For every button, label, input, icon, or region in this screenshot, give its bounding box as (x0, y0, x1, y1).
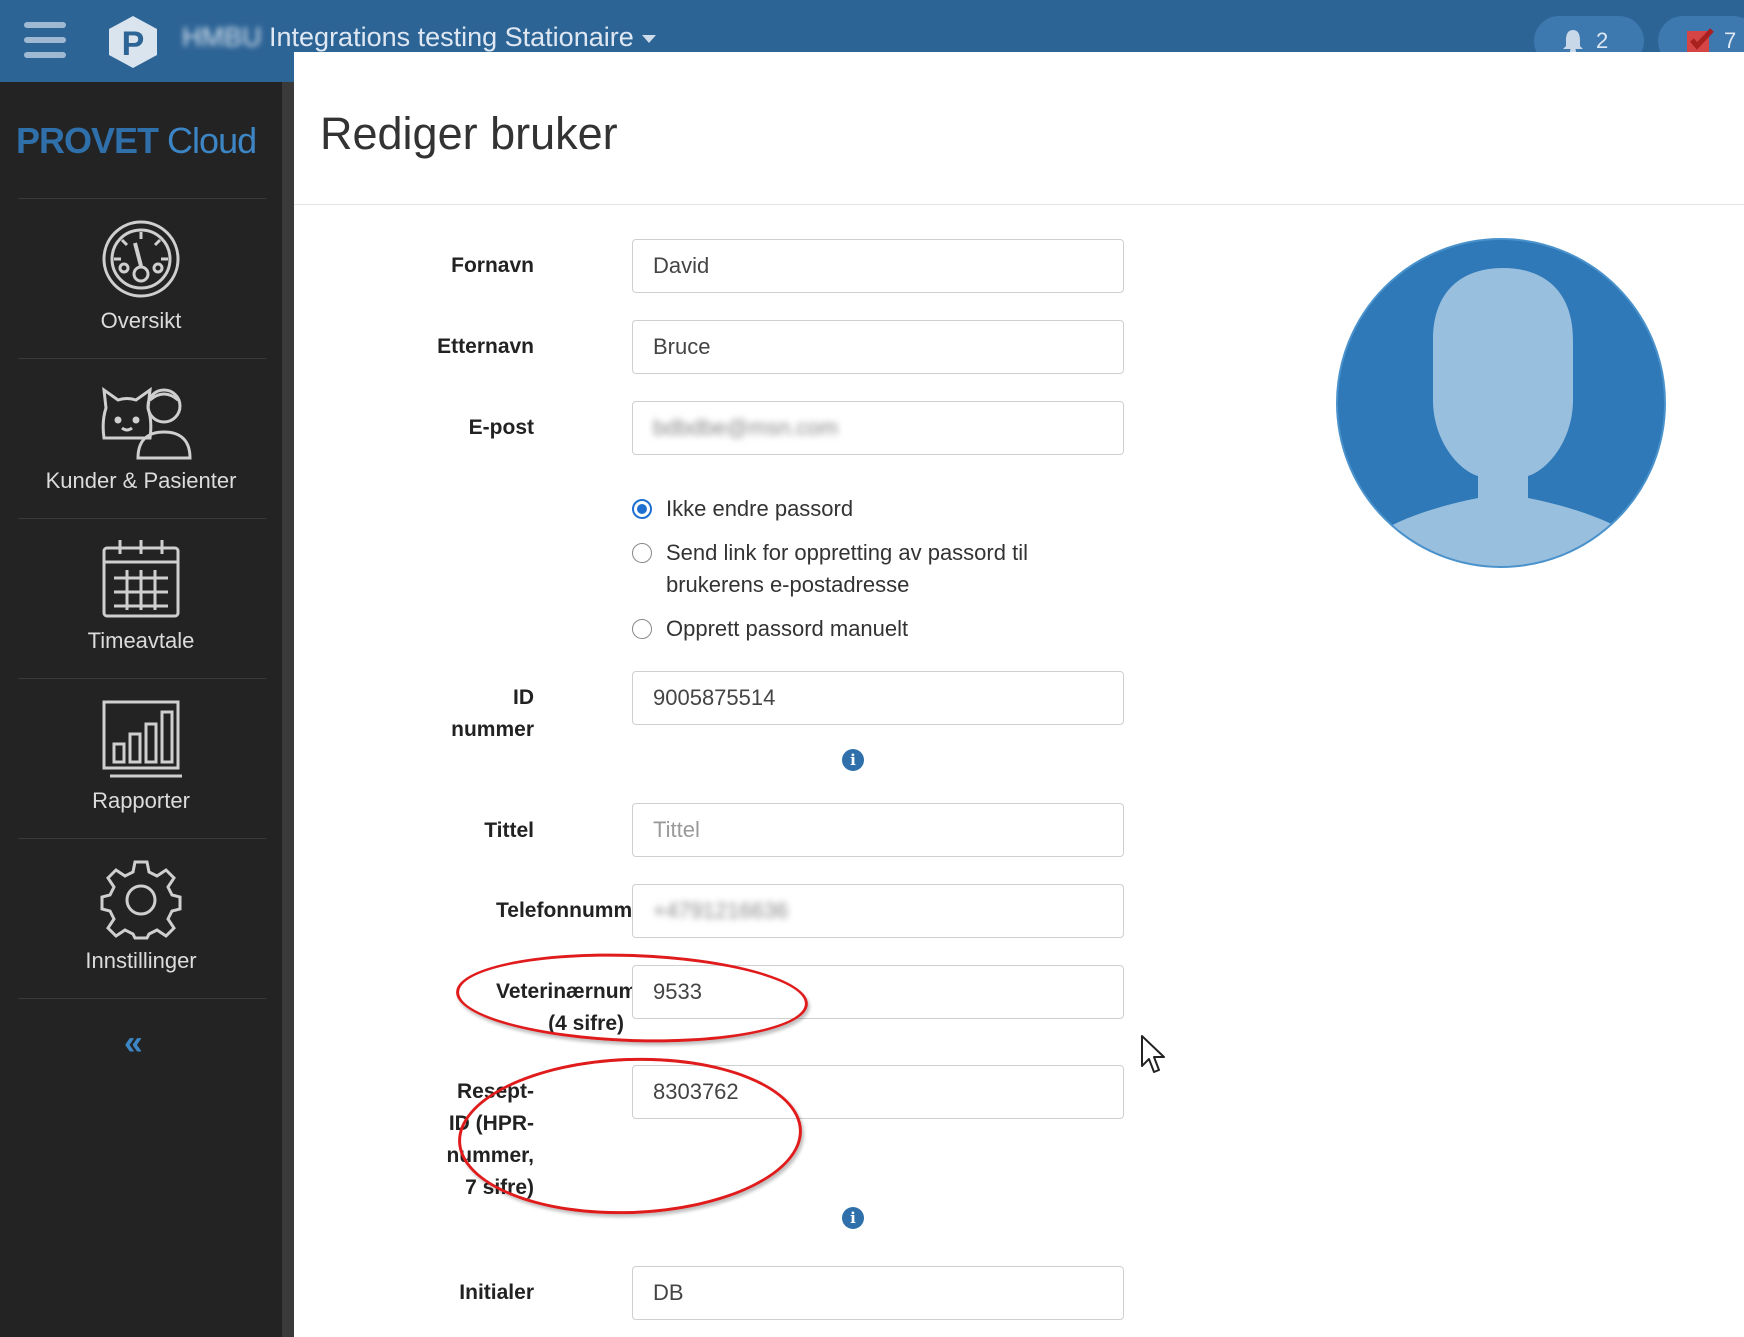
mouse-cursor-icon (1141, 1035, 1165, 1073)
bar-chart-icon (102, 700, 182, 778)
phone-value: +4791216636 (653, 898, 789, 923)
svg-text:P: P (122, 25, 145, 63)
clinic-name: Integrations testing Stationaire (269, 22, 634, 52)
brand-provet: PROVET (16, 120, 159, 161)
brand-cloud: Cloud (167, 120, 257, 161)
provet-logo-icon[interactable]: P (106, 14, 160, 70)
password-option-label: Opprett passord manuelt (666, 616, 909, 641)
label-line: nummer (451, 718, 534, 741)
tasks-count: 7 (1724, 28, 1737, 53)
password-option-manual[interactable]: Opprett passord manuelt (632, 613, 1126, 645)
page-title: Rediger bruker (320, 108, 618, 159)
radio-unselected[interactable] (632, 619, 652, 639)
sidebar-item-label: Innstillinger (85, 948, 197, 973)
checklist-icon (1687, 28, 1714, 53)
sidebar-item-label: Kunder & Pasienter (45, 468, 237, 493)
sidebar-divider (282, 82, 294, 1337)
sidebar-item-oversikt[interactable]: Oversikt (0, 200, 282, 358)
sidebar-item-innstillinger[interactable]: Innstillinger (0, 840, 282, 998)
menu-icon[interactable] (24, 22, 66, 60)
sidebar-item-label: Timeavtale (87, 628, 195, 653)
info-icon[interactable]: i (842, 1207, 864, 1229)
first-name-field[interactable]: David (632, 239, 1124, 293)
speedometer-icon (102, 220, 180, 298)
notifications-count: 2 (1596, 28, 1609, 53)
radio-unselected[interactable] (632, 543, 652, 563)
title-field[interactable]: Tittel (632, 803, 1124, 857)
bell-icon (1563, 30, 1583, 54)
sidebar-item-label: Oversikt (100, 308, 182, 333)
initials-field[interactable]: DB (632, 1266, 1124, 1320)
sidebar-item-label: Rapporter (92, 788, 190, 813)
sidebar-item-timeavtale[interactable]: Timeavtale (0, 520, 282, 678)
clinic-selector[interactable]: HMBU Integrations testing Stationaire (182, 22, 656, 53)
sidebar-item-kunder-pasienter[interactable]: Kunder & Pasienter (0, 360, 282, 518)
title-label: Tittel (484, 819, 534, 842)
sidebar: PROVET Cloud Oversikt Kunder & Pasienter… (0, 82, 282, 1337)
id-number-label: ID nummer (451, 682, 534, 746)
cat-person-icon (101, 386, 192, 460)
chevron-down-icon (641, 34, 656, 43)
calendar-icon (102, 540, 180, 618)
collapse-sidebar-icon[interactable]: ‹‹ (124, 1024, 143, 1063)
password-option-keep[interactable]: Ikke endre passord (632, 493, 1126, 525)
last-name-label: Etternavn (437, 335, 534, 358)
password-option-send-link[interactable]: Send link for oppretting av passord til … (632, 537, 1126, 601)
gear-icon (100, 860, 182, 940)
id-number-field[interactable]: 9005875514 (632, 671, 1124, 725)
first-name-label: Fornavn (451, 254, 534, 277)
main-panel: Rediger bruker Fornavn David Etternavn B… (294, 52, 1744, 1337)
email-label: E-post (468, 416, 534, 439)
label-line: ID (513, 686, 534, 709)
phone-field[interactable]: +4791216636 (632, 884, 1124, 938)
radio-selected[interactable] (632, 499, 652, 519)
password-option-label: Ikke endre passord (666, 496, 854, 521)
divider (294, 204, 1744, 205)
last-name-field[interactable]: Bruce (632, 320, 1124, 374)
sidebar-item-rapporter[interactable]: Rapporter (0, 680, 282, 838)
phone-label: Telefonnummer (496, 899, 632, 922)
email-value: bdbdbe@msn.com (653, 415, 838, 440)
email-field[interactable]: bdbdbe@msn.com (632, 401, 1124, 455)
clinic-code-blurred: HMBU (182, 22, 262, 52)
brand-logo: PROVET Cloud (16, 120, 257, 162)
initials-label: Initialer (459, 1281, 534, 1304)
user-silhouette-icon (1368, 268, 1638, 566)
info-icon[interactable]: i (842, 749, 864, 771)
password-option-label: Send link for oppretting av passord til … (666, 540, 1028, 597)
avatar[interactable] (1336, 238, 1666, 568)
